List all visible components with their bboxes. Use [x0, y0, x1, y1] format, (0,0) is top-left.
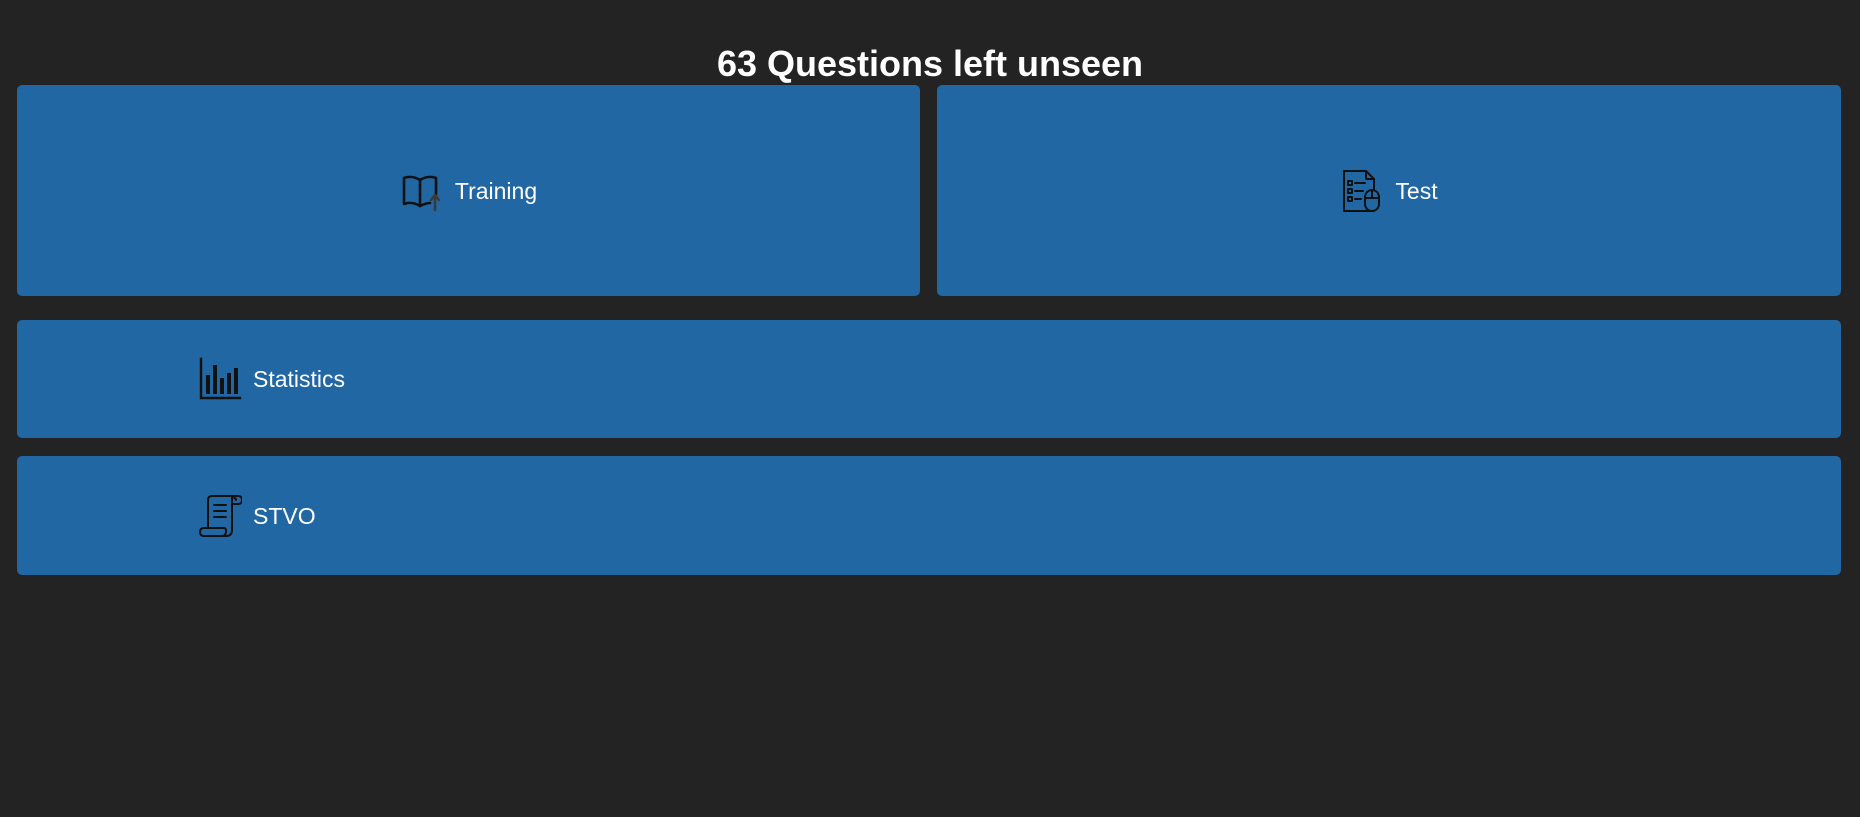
test-label: Test [1395, 177, 1438, 204]
bar-chart-icon [198, 356, 242, 402]
test-form-icon [1340, 168, 1384, 214]
test-button-content: Test [937, 85, 1841, 296]
main-menu-page: 63 Questions left unseen Training Test S… [0, 0, 1860, 817]
training-button-content: Training [17, 85, 920, 296]
statistics-button[interactable]: Statistics [17, 320, 1841, 438]
book-upload-icon [400, 168, 444, 214]
test-button[interactable]: Test [937, 85, 1841, 296]
scroll-document-icon [198, 493, 242, 539]
training-button[interactable]: Training [17, 85, 920, 296]
stvo-label: STVO [253, 502, 316, 529]
page-title: 63 Questions left unseen [716, 43, 1144, 85]
stvo-button[interactable]: STVO [17, 456, 1841, 575]
statistics-label: Statistics [253, 366, 346, 392]
training-label: Training [454, 177, 538, 204]
stvo-button-content: STVO [198, 456, 316, 575]
statistics-button-content: Statistics [198, 320, 345, 438]
